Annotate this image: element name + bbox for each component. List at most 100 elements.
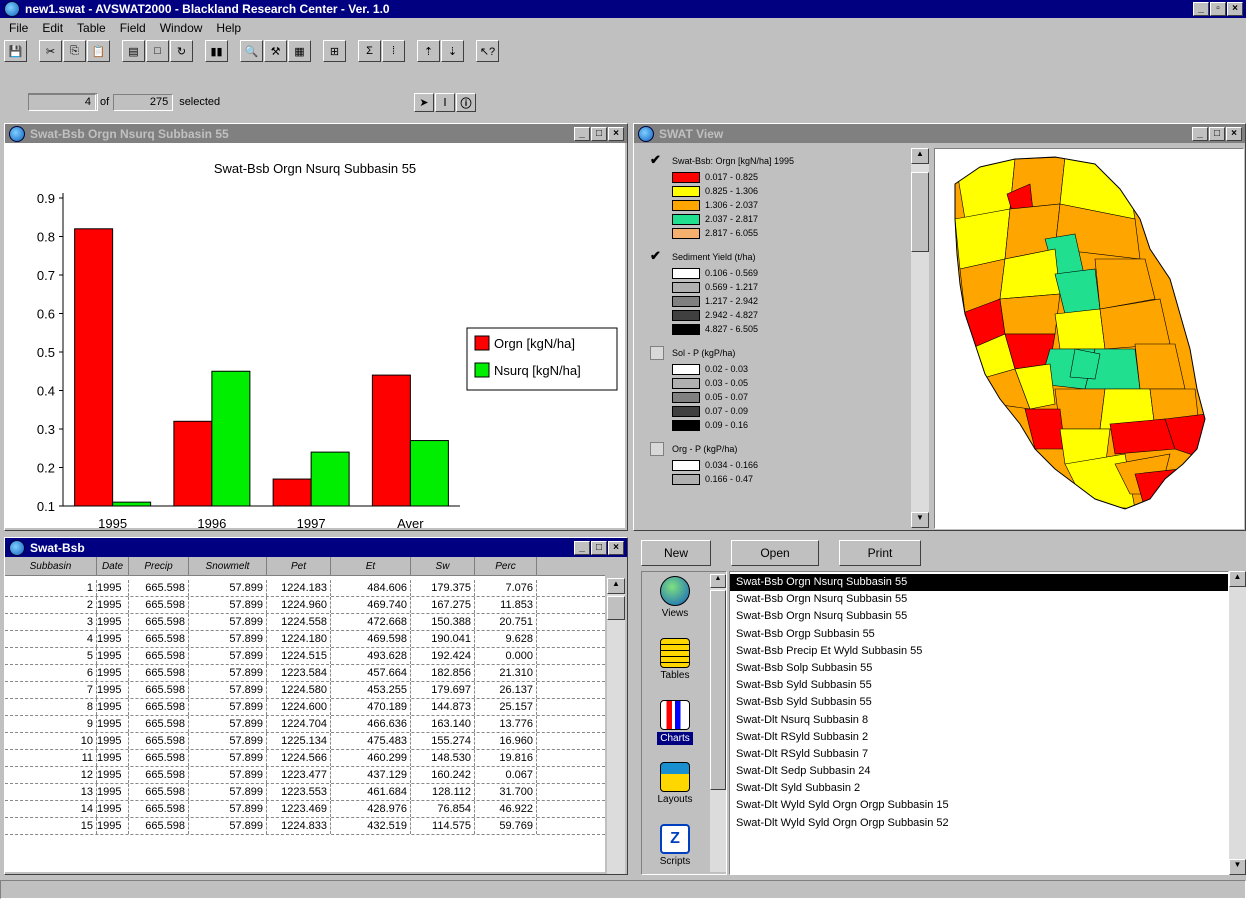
table-cell[interactable]: 76.854 bbox=[411, 801, 475, 817]
menu-edit[interactable]: Edit bbox=[35, 19, 70, 37]
table-cell[interactable]: 57.899 bbox=[189, 733, 267, 749]
theme-visibility-checkbox[interactable] bbox=[650, 346, 664, 360]
table-row[interactable]: 6 1995 665.598 57.899 1223.584 457.664 182.856… bbox=[5, 665, 605, 682]
table-cell[interactable]: 466.636 bbox=[331, 716, 411, 732]
category-charts[interactable]: Charts bbox=[642, 696, 708, 758]
table-cell[interactable]: 16.960 bbox=[475, 733, 537, 749]
table-cell[interactable]: 182.856 bbox=[411, 665, 475, 681]
category-views[interactable]: Views bbox=[642, 572, 708, 634]
table-cell[interactable]: 1995 bbox=[97, 750, 129, 766]
chart-document-item[interactable]: Swat-Bsb Orgn Nsurq Subbasin 55 bbox=[730, 574, 1228, 592]
table-cell[interactable]: 57.899 bbox=[189, 614, 267, 630]
table-cell[interactable]: 1995 bbox=[97, 682, 129, 698]
table-cell[interactable]: 9 bbox=[5, 716, 97, 732]
theme-visibility-checkbox[interactable]: ✔ bbox=[650, 153, 664, 168]
table-cell[interactable]: 1224.600 bbox=[267, 699, 331, 715]
statistics-icon[interactable]: ⁞ bbox=[382, 40, 405, 62]
table-row[interactable]: 13 1995 665.598 57.899 1223.553 461.684 128.11… bbox=[5, 784, 605, 801]
table-cell[interactable]: 665.598 bbox=[129, 682, 189, 698]
table-cell[interactable]: 1224.558 bbox=[267, 614, 331, 630]
table-cell[interactable]: 128.112 bbox=[411, 784, 475, 800]
table-cell[interactable]: 453.255 bbox=[331, 682, 411, 698]
category-tables[interactable]: Tables bbox=[642, 634, 708, 696]
table-cell[interactable]: 432.519 bbox=[331, 818, 411, 834]
open-button[interactable]: Open bbox=[731, 540, 819, 566]
table-cell[interactable]: 665.598 bbox=[129, 631, 189, 647]
chart-document-item[interactable]: Swat-Bsb Precip Et Wyld Subbasin 55 bbox=[730, 643, 1228, 660]
table-cell[interactable]: 665.598 bbox=[129, 648, 189, 664]
table-cell[interactable]: 163.140 bbox=[411, 716, 475, 732]
chart-document-item[interactable]: Swat-Dlt RSyld Subbasin 2 bbox=[730, 729, 1228, 746]
table-cell[interactable]: 1995 bbox=[97, 784, 129, 800]
toc-scrollbar[interactable]: ▲ ▼ bbox=[911, 148, 929, 528]
chart-document-item[interactable]: Swat-Dlt Sedp Subbasin 24 bbox=[730, 763, 1228, 780]
table-cell[interactable]: 144.873 bbox=[411, 699, 475, 715]
select-all-icon[interactable]: ▤ bbox=[122, 40, 145, 62]
table-cell[interactable]: 57.899 bbox=[189, 648, 267, 664]
table-cell[interactable]: 1225.134 bbox=[267, 733, 331, 749]
table-cell[interactable]: 493.628 bbox=[331, 648, 411, 664]
table-cell[interactable]: 469.740 bbox=[331, 597, 411, 613]
table-cell[interactable]: 457.664 bbox=[331, 665, 411, 681]
table-cell[interactable]: 0.067 bbox=[475, 767, 537, 783]
theme-visibility-checkbox[interactable]: ✔ bbox=[650, 249, 664, 264]
table-cell[interactable]: 10 bbox=[5, 733, 97, 749]
table-scrollbar[interactable]: ▲ bbox=[607, 578, 625, 874]
table-cell[interactable]: 57.899 bbox=[189, 699, 267, 715]
chart-document-item[interactable]: Swat-Dlt Nsurq Subbasin 8 bbox=[730, 712, 1228, 729]
summarize-icon[interactable]: Σ bbox=[358, 40, 381, 62]
paste-icon[interactable]: 📋 bbox=[87, 40, 110, 62]
chart-close-button[interactable]: × bbox=[608, 126, 624, 141]
table-cell[interactable]: 437.129 bbox=[331, 767, 411, 783]
table-cell[interactable]: 179.375 bbox=[411, 580, 475, 596]
table-cell[interactable]: 665.598 bbox=[129, 784, 189, 800]
print-button[interactable]: Print bbox=[839, 540, 921, 566]
column-header[interactable]: Sw bbox=[411, 557, 475, 575]
table-cell[interactable]: 1224.180 bbox=[267, 631, 331, 647]
table-cell[interactable]: 665.598 bbox=[129, 665, 189, 681]
new-button[interactable]: New bbox=[641, 540, 711, 566]
table-cell[interactable]: 57.899 bbox=[189, 665, 267, 681]
categories-scroll-thumb[interactable] bbox=[710, 590, 726, 790]
table-row[interactable]: 15 1995 665.598 57.899 1224.833 432.519 114.57… bbox=[5, 818, 605, 835]
table-cell[interactable]: 179.697 bbox=[411, 682, 475, 698]
select-none-icon[interactable]: □ bbox=[146, 40, 169, 62]
table-cell[interactable]: 1223.584 bbox=[267, 665, 331, 681]
edit-tool-icon[interactable]: Ⅰ bbox=[435, 93, 455, 112]
table-cell[interactable]: 665.598 bbox=[129, 801, 189, 817]
chart-document-item[interactable]: Swat-Dlt Syld Subbasin 2 bbox=[730, 780, 1228, 797]
table-row[interactable]: 10 1995 665.598 57.899 1225.134 475.483 155.27… bbox=[5, 733, 605, 750]
minimize-button[interactable]: _ bbox=[1193, 2, 1209, 16]
table-cell[interactable]: 57.899 bbox=[189, 631, 267, 647]
table-cell[interactable]: 0.000 bbox=[475, 648, 537, 664]
table-cell[interactable]: 57.899 bbox=[189, 801, 267, 817]
table-cell[interactable]: 1995 bbox=[97, 818, 129, 834]
table-row[interactable]: 12 1995 665.598 57.899 1223.477 437.129 160.24… bbox=[5, 767, 605, 784]
chart-document-item[interactable]: Swat-Bsb Orgn Nsurq Subbasin 55 bbox=[730, 608, 1228, 625]
table-cell[interactable]: 1995 bbox=[97, 597, 129, 613]
table-cell[interactable]: 665.598 bbox=[129, 597, 189, 613]
table-cell[interactable]: 155.274 bbox=[411, 733, 475, 749]
table-row[interactable]: 8 1995 665.598 57.899 1224.600 470.189 144.873… bbox=[5, 699, 605, 716]
table-cell[interactable]: 14 bbox=[5, 801, 97, 817]
table-cell[interactable]: 1995 bbox=[97, 699, 129, 715]
sort-ascending-icon[interactable]: ⇡ bbox=[417, 40, 440, 62]
table-row[interactable]: 5 1995 665.598 57.899 1224.515 493.628 192.424… bbox=[5, 648, 605, 665]
table-cell[interactable]: 57.899 bbox=[189, 716, 267, 732]
table-row[interactable]: 14 1995 665.598 57.899 1223.469 428.976 76.854… bbox=[5, 801, 605, 818]
table-cell[interactable]: 31.700 bbox=[475, 784, 537, 800]
table-cell[interactable]: 15 bbox=[5, 818, 97, 834]
chart-icon[interactable]: ▮▮ bbox=[205, 40, 228, 62]
table-row[interactable]: 3 1995 665.598 57.899 1224.558 472.668 150.388… bbox=[5, 614, 605, 631]
table-scroll-up[interactable]: ▲ bbox=[607, 578, 625, 594]
column-header[interactable]: Et bbox=[331, 557, 411, 575]
table-cell[interactable]: 46.922 bbox=[475, 801, 537, 817]
table-scroll-thumb[interactable] bbox=[607, 596, 625, 620]
table-cell[interactable]: 12 bbox=[5, 767, 97, 783]
save-icon[interactable]: 💾 bbox=[4, 40, 27, 62]
view-close-button[interactable]: × bbox=[1226, 126, 1242, 141]
switch-selection-icon[interactable]: ↻ bbox=[170, 40, 193, 62]
sort-descending-icon[interactable]: ⇣ bbox=[441, 40, 464, 62]
table-cell[interactable]: 1224.183 bbox=[267, 580, 331, 596]
table-cell[interactable]: 665.598 bbox=[129, 699, 189, 715]
